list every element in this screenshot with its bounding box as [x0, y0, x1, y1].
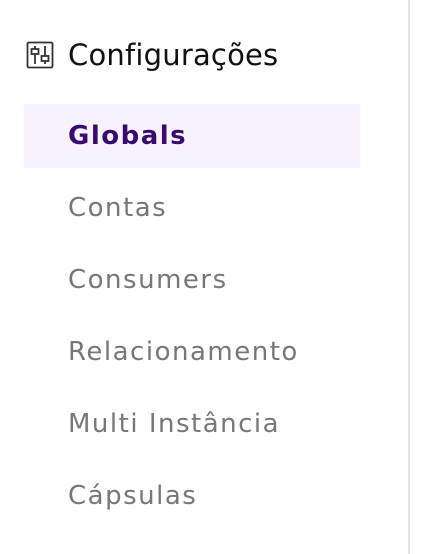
sidebar-divider: [408, 0, 410, 554]
sidebar-item-capsulas[interactable]: Cápsulas: [24, 464, 360, 528]
section-title: Configurações: [68, 38, 279, 72]
sidebar-item-globals[interactable]: Globals: [24, 104, 360, 168]
section-header: Configurações: [26, 34, 278, 76]
sidebar-item-relacionamento[interactable]: Relacionamento: [24, 320, 360, 384]
sidebar-item-consumers[interactable]: Consumers: [24, 248, 360, 312]
settings-sidebar: Configurações Globals Contas Consumers R…: [0, 0, 408, 554]
settings-menu: Globals Contas Consumers Relacionamento …: [24, 104, 360, 536]
sidebar-item-contas[interactable]: Contas: [24, 176, 360, 240]
settings-sliders-icon: [26, 41, 54, 69]
sidebar-item-multi-instancia[interactable]: Multi Instância: [24, 392, 360, 456]
